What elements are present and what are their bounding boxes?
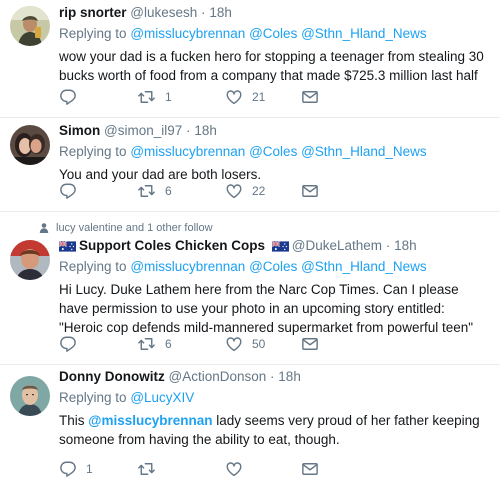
reply-icon: [59, 460, 77, 478]
retweet-icon: [137, 460, 156, 478]
timestamp[interactable]: 18h: [278, 369, 301, 384]
envelope-icon: [301, 88, 319, 106]
timestamp[interactable]: 18h: [209, 5, 232, 20]
reply-icon: [59, 335, 77, 353]
social-context[interactable]: lucy valentine and 1 other follow: [38, 222, 213, 234]
display-name[interactable]: Donny Donowitz: [59, 369, 165, 384]
reply-mention[interactable]: @Sthn_Hland_News: [301, 144, 427, 159]
avatar[interactable]: [10, 240, 50, 280]
social-context-text: lucy valentine and 1 other follow: [56, 222, 213, 234]
retweet-count: 6: [165, 337, 172, 351]
retweet-count: 1: [165, 90, 172, 104]
reply-mention[interactable]: @Sthn_Hland_News: [301, 26, 427, 41]
retweet-button[interactable]: [137, 460, 225, 478]
tweet[interactable]: lucy valentine and 1 other follow Suppor…: [0, 212, 500, 365]
display-name[interactable]: Support Coles Chicken Cops: [79, 238, 265, 253]
reply-count: 1: [86, 462, 93, 476]
direct-message-button[interactable]: [301, 182, 331, 200]
retweet-icon: [137, 182, 156, 200]
reply-mention[interactable]: @Sthn_Hland_News: [301, 259, 427, 274]
user-handle[interactable]: @simon_il97: [104, 123, 182, 138]
avatar[interactable]: [10, 125, 50, 165]
reply-button[interactable]: [59, 182, 137, 200]
inline-mention[interactable]: @misslucybrennan: [88, 413, 212, 428]
retweet-button[interactable]: 1: [137, 88, 225, 106]
heart-icon: [225, 460, 243, 478]
replying-to: Replying to @misslucybrennan @Coles @Sth…: [59, 258, 490, 276]
reply-feed: rip snorter @lukesesh · 18h Replying to …: [0, 0, 500, 490]
timestamp[interactable]: 18h: [394, 238, 417, 253]
separator: ·: [186, 123, 191, 138]
user-handle[interactable]: @DukeLathem: [292, 238, 382, 253]
like-count: 50: [252, 337, 266, 351]
retweet-button[interactable]: 6: [137, 335, 225, 353]
like-button[interactable]: 22: [225, 182, 301, 200]
tweet[interactable]: Donny Donowitz @ActionDonson · 18h Reply…: [0, 365, 500, 490]
direct-message-button[interactable]: [301, 335, 331, 353]
reply-button[interactable]: [59, 88, 137, 106]
retweet-icon: [137, 335, 156, 353]
australian-flag-icon: [59, 241, 76, 252]
reply-button[interactable]: [59, 335, 137, 353]
replying-to: Replying to @LucyXIV: [59, 389, 490, 407]
tweet-text: Hi Lucy. Duke Lathem here from the Narc …: [59, 282, 474, 335]
tweet-text: wow your dad is a fucken hero for stoppi…: [59, 49, 484, 83]
reply-icon: [59, 182, 77, 200]
timestamp[interactable]: 18h: [194, 123, 217, 138]
avatar[interactable]: [10, 6, 50, 46]
retweet-count: 6: [165, 184, 172, 198]
separator: ·: [201, 5, 206, 20]
like-button[interactable]: 50: [225, 335, 301, 353]
australian-flag-icon: [272, 241, 289, 252]
separator: ·: [385, 238, 391, 253]
reply-mention[interactable]: @LucyXIV: [130, 390, 194, 405]
display-name[interactable]: rip snorter: [59, 5, 127, 20]
reply-mention[interactable]: @Coles: [249, 144, 297, 159]
avatar[interactable]: [10, 376, 50, 416]
heart-icon: [225, 88, 243, 106]
reply-mention[interactable]: @Coles: [249, 26, 297, 41]
user-handle[interactable]: @lukesesh: [130, 5, 197, 20]
tweet-actions: 1: [59, 460, 331, 478]
tweet[interactable]: rip snorter @lukesesh · 18h Replying to …: [0, 0, 500, 118]
replying-to-label: Replying to: [59, 144, 127, 159]
reply-mention[interactable]: @Coles: [249, 259, 297, 274]
retweet-button[interactable]: 6: [137, 182, 225, 200]
like-count: 21: [252, 90, 266, 104]
direct-message-button[interactable]: [301, 460, 331, 478]
envelope-icon: [301, 335, 319, 353]
reply-icon: [59, 88, 77, 106]
like-count: 22: [252, 184, 266, 198]
tweet-actions: 6 22: [59, 182, 331, 200]
tweet-text: This @misslucybrennan lady seems very pr…: [59, 411, 490, 449]
user-handle[interactable]: @ActionDonson: [169, 369, 267, 384]
envelope-icon: [301, 460, 319, 478]
separator: ·: [270, 369, 275, 384]
reply-mention[interactable]: @misslucybrennan: [130, 144, 245, 159]
replying-to-label: Replying to: [59, 390, 127, 405]
envelope-icon: [301, 182, 319, 200]
like-button[interactable]: [225, 460, 301, 478]
person-icon: [39, 223, 49, 233]
heart-icon: [225, 182, 243, 200]
reply-mention[interactable]: @misslucybrennan: [130, 259, 245, 274]
replying-to-label: Replying to: [59, 259, 127, 274]
reply-button[interactable]: 1: [59, 460, 137, 478]
tweet-actions: 6 50: [59, 335, 331, 353]
direct-message-button[interactable]: [301, 88, 331, 106]
tweet-actions: 1 21: [59, 88, 331, 106]
reply-mention[interactable]: @misslucybrennan: [130, 26, 245, 41]
like-button[interactable]: 21: [225, 88, 301, 106]
heart-icon: [225, 335, 243, 353]
replying-to: Replying to @misslucybrennan @Coles @Sth…: [59, 143, 490, 161]
replying-to-label: Replying to: [59, 26, 127, 41]
retweet-icon: [137, 88, 156, 106]
tweet-text-before: This: [59, 413, 85, 428]
replying-to: Replying to @misslucybrennan @Coles @Sth…: [59, 25, 490, 43]
tweet[interactable]: Simon @simon_il97 · 18h Replying to @mis…: [0, 118, 500, 212]
display-name[interactable]: Simon: [59, 123, 100, 138]
